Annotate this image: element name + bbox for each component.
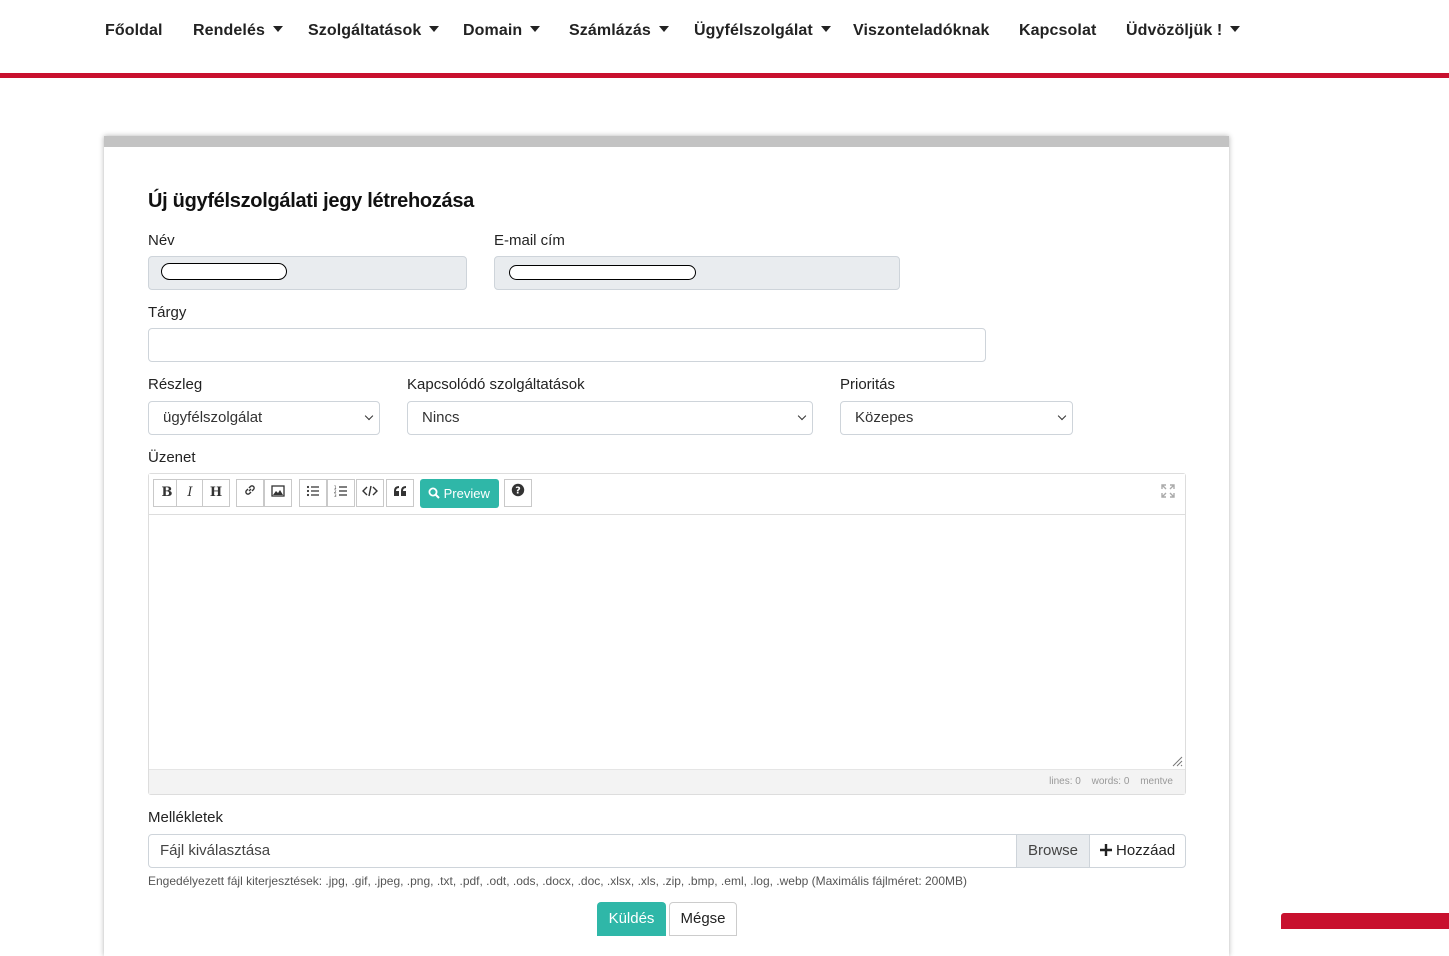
nav-item-services[interactable]: Szolgáltatások	[308, 22, 440, 40]
italic-icon[interactable]: I	[176, 479, 204, 507]
chat-widget-tab[interactable]	[1281, 913, 1449, 929]
caret-down-icon	[820, 26, 831, 32]
code-icon[interactable]	[356, 479, 384, 507]
chevron-down-icon	[364, 411, 374, 421]
redaction-mark	[509, 265, 696, 280]
unordered-list-icon[interactable]	[299, 479, 327, 507]
nav-item-home[interactable]: Főoldal	[105, 22, 163, 40]
priority-select[interactable]: Közepes	[840, 401, 1073, 435]
submit-button[interactable]: Küldés	[597, 902, 666, 936]
nav-item-label: Szolgáltatások	[308, 22, 422, 39]
nav-item-billing[interactable]: Számlázás	[569, 22, 669, 40]
preview-button[interactable]: Preview	[420, 479, 499, 508]
editor-statusbar: lines: 0 words: 0 mentve	[149, 769, 1185, 794]
top-navbar: Főoldal Rendelés Szolgáltatások Domain S…	[0, 0, 1449, 78]
message-textarea[interactable]	[149, 515, 1185, 769]
nav-item-account[interactable]: Üdvözöljük !	[1126, 22, 1241, 40]
department-label: Részleg	[148, 376, 203, 393]
nav-item-order[interactable]: Rendelés	[193, 22, 283, 40]
fullscreen-icon[interactable]	[1161, 484, 1175, 498]
caret-down-icon	[530, 26, 541, 32]
nav-item-label: Számlázás	[569, 22, 651, 39]
chevron-down-icon	[1057, 411, 1067, 421]
caret-down-icon	[1230, 26, 1241, 32]
markdown-editor: B I H 123 Preview ? lines: 0 words: 0 me…	[148, 473, 1186, 795]
quote-icon[interactable]	[386, 479, 414, 507]
page-title: Új ügyfélszolgálati jegy létrehozása	[148, 190, 474, 212]
nav-item-label: Üdvözöljük !	[1126, 22, 1223, 39]
editor-toolbar: B I H 123 Preview ?	[149, 474, 1185, 515]
svg-text:?: ?	[515, 486, 521, 497]
allowed-extensions-hint: Engedélyezett fájl kiterjesztések: .jpg,…	[148, 874, 968, 888]
related-services-value: Nincs	[422, 409, 460, 426]
subject-input[interactable]	[148, 328, 986, 362]
caret-down-icon	[272, 26, 283, 32]
heading-icon[interactable]: H	[202, 479, 230, 507]
nav-item-label: Rendelés	[193, 22, 265, 39]
nav-item-label: Ügyfélszolgálat	[694, 22, 813, 39]
image-icon[interactable]	[264, 479, 292, 507]
link-icon[interactable]	[236, 479, 264, 507]
plus-icon	[1099, 844, 1112, 856]
department-value: ügyfélszolgálat	[163, 409, 263, 426]
resize-handle-icon[interactable]	[1171, 755, 1183, 767]
search-icon	[428, 487, 440, 499]
redaction-mark	[161, 263, 287, 280]
nav-item-domain[interactable]: Domain	[463, 22, 541, 40]
priority-label: Prioritás	[840, 376, 896, 393]
ordered-list-icon[interactable]: 123	[327, 479, 355, 507]
browse-button[interactable]: Browse	[1016, 834, 1090, 868]
caret-down-icon	[658, 26, 669, 32]
caret-down-icon	[429, 26, 440, 32]
help-icon[interactable]: ?	[504, 479, 532, 507]
cancel-button[interactable]: Mégse	[669, 902, 737, 936]
nav-item-label: Főoldal	[105, 22, 163, 39]
nav-item-label: Viszonteladóknak	[853, 22, 990, 39]
add-attachment-label: Hozzáad	[1115, 842, 1176, 859]
name-label: Név	[148, 232, 175, 249]
nav-item-contact[interactable]: Kapcsolat	[1019, 22, 1096, 40]
file-placeholder: Fájl kiválasztása	[160, 842, 271, 859]
preview-label: Preview	[443, 486, 490, 501]
related-services-label: Kapcsolódó szolgáltatások	[407, 376, 585, 393]
nav-item-resellers[interactable]: Viszonteladóknak	[853, 22, 989, 40]
file-input[interactable]: Fájl kiválasztása	[148, 834, 1018, 868]
status-lines: lines: 0	[1049, 776, 1081, 787]
subject-label: Tárgy	[148, 304, 187, 321]
priority-value: Közepes	[855, 409, 914, 426]
nav-item-label: Domain	[463, 22, 523, 39]
department-select[interactable]: ügyfélszolgálat	[148, 401, 380, 435]
svg-text:3: 3	[334, 493, 337, 497]
status-saved: mentve	[1140, 776, 1173, 787]
nav-item-label: Kapcsolat	[1019, 22, 1097, 39]
add-attachment-button[interactable]: Hozzáad	[1089, 834, 1186, 868]
email-label: E-mail cím	[494, 232, 565, 249]
status-words: words: 0	[1091, 776, 1130, 787]
chevron-down-icon	[797, 411, 807, 421]
attachments-label: Mellékletek	[148, 809, 224, 826]
nav-item-support[interactable]: Ügyfélszolgálat	[694, 22, 831, 40]
message-label: Üzenet	[148, 449, 196, 466]
related-services-select[interactable]: Nincs	[407, 401, 813, 435]
